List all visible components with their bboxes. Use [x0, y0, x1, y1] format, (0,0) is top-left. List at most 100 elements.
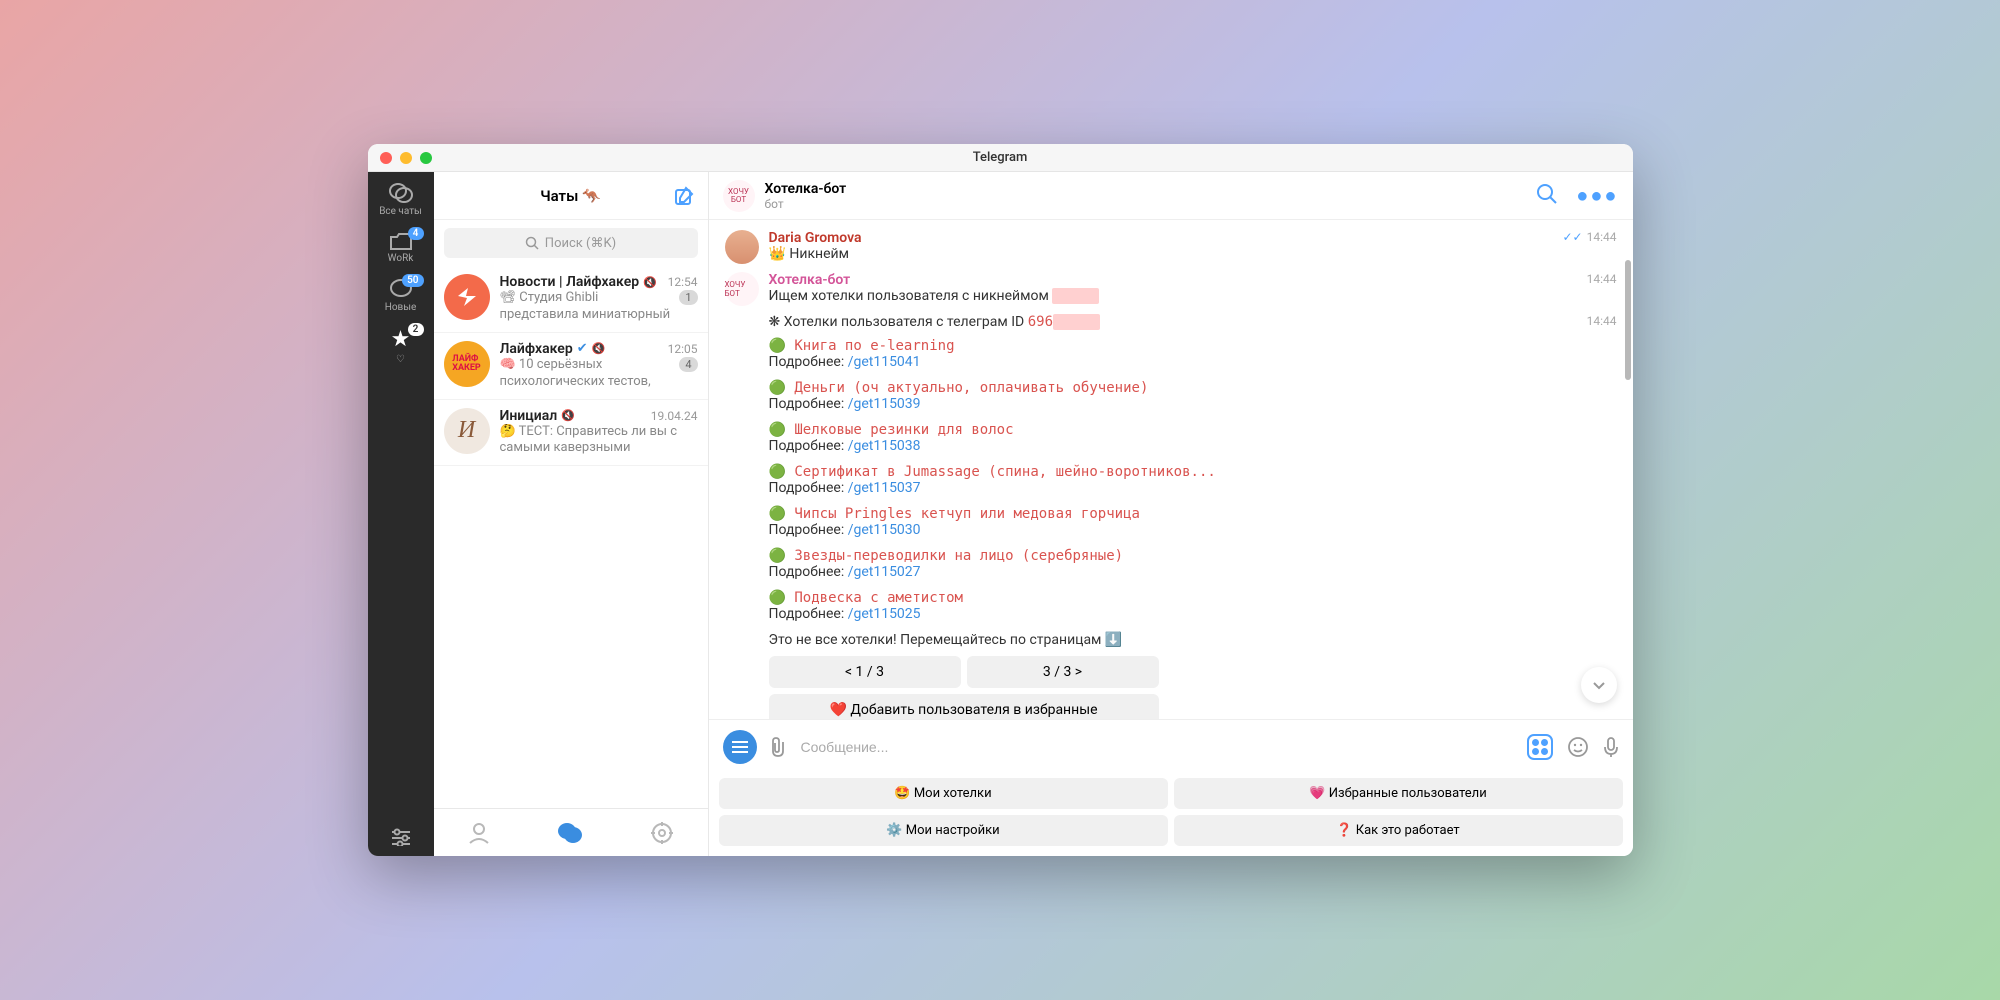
search-in-chat-button[interactable]	[1536, 183, 1558, 208]
chat-subtitle: бот	[765, 197, 847, 211]
chat-time: 19.04.24	[651, 409, 698, 423]
avatar	[444, 274, 490, 320]
chat-preview: 📽 Студия Ghibli представила миниатюрный …	[500, 290, 674, 324]
settings-tab[interactable]	[650, 821, 674, 845]
folder-label: Все чаты	[379, 206, 422, 217]
wish-link[interactable]: /get115038	[848, 438, 921, 454]
wish-link[interactable]: /get115037	[848, 480, 921, 496]
folder-label: WoRk	[388, 253, 414, 264]
voice-message-button[interactable]	[1603, 736, 1619, 758]
commands-button[interactable]	[1527, 734, 1553, 760]
chats-tab[interactable]	[557, 821, 583, 845]
wishlist-item: 🟢 Подвеска с аметистом Подробнее: /get11…	[769, 590, 1617, 622]
message-author: Daria Gromova	[769, 230, 1617, 246]
emoji-button[interactable]	[1567, 736, 1589, 758]
main-area: Все чаты 4 WoRk 50 Новые ★ 2 ♡	[368, 172, 1633, 856]
message-time: 14:44	[1587, 272, 1617, 286]
message-incoming: ❋ Хотелки пользователя с телеграм ID 696…	[725, 314, 1617, 719]
wish-link[interactable]: /get115030	[848, 522, 921, 538]
wish-title: 🟢 Шелковые резинки для волос	[769, 422, 1617, 438]
compose-button[interactable]	[674, 186, 694, 206]
search-icon	[525, 236, 539, 250]
wish-title: 🟢 Деньги (оч актуально, оплачивать обуче…	[769, 380, 1617, 396]
folder-new[interactable]: 50 Новые	[368, 278, 434, 313]
chat-list-item[interactable]: И Инициал 🔇 19.04.24 🤔 ТЕСТ: Справитесь …	[434, 400, 708, 467]
avatar: И	[444, 408, 490, 454]
bot-keyboard-button[interactable]: ❓ Как это работает	[1174, 815, 1623, 846]
wishlist-header: ❋ Хотелки пользователя с телеграм ID 696…	[769, 314, 1617, 330]
bot-keyboard-button[interactable]: 💗 Избранные пользователи	[1174, 778, 1623, 809]
bot-menu-button[interactable]	[723, 730, 757, 764]
app-window: Telegram Все чаты 4 WoRk 50	[368, 144, 1633, 856]
folder-badge: 4	[408, 227, 424, 240]
message-text: Ищем хотелки пользователя с никнеймом x	[769, 288, 1617, 304]
chat-time: 12:54	[668, 275, 698, 289]
pager-next-button[interactable]: 3 / 3 >	[967, 656, 1159, 688]
chat-name: Лайфхакер	[500, 341, 573, 357]
wishlist-footer: Это не все хотелки! Перемещайтесь по стр…	[769, 632, 1617, 648]
chat-list-item[interactable]: ЛАЙФХАКЕР Лайфхакер ✔︎ 🔇 12:05 🧠 10 серь…	[434, 333, 708, 400]
wish-title: 🟢 Звезды-переводилки на лицо (серебряные…	[769, 548, 1617, 564]
wish-link[interactable]: /get115041	[848, 354, 921, 370]
folder-label: Новые	[385, 302, 417, 313]
more-options-button[interactable]: ●●●	[1576, 183, 1618, 208]
redacted-text: x	[1052, 288, 1099, 304]
window-title: Telegram	[368, 150, 1633, 165]
scroll-to-bottom-button[interactable]	[1581, 667, 1617, 703]
pager-prev-button[interactable]: < 1 / 3	[769, 656, 961, 688]
wishlist-item: 🟢 Звезды-переводилки на лицо (серебряные…	[769, 548, 1617, 580]
chat-title-block[interactable]: Хотелка-бот бот	[765, 181, 847, 211]
add-favorite-button[interactable]: ❤️ Добавить пользователя в избранные	[769, 694, 1159, 719]
wish-link[interactable]: /get115039	[848, 396, 921, 412]
wish-link[interactable]: /get115025	[848, 606, 921, 622]
message-time: 14:44	[1587, 314, 1617, 328]
avatar: ЛАЙФХАКЕР	[444, 341, 490, 387]
wishlist-item: 🟢 Чипсы Pringles кетчуп или медовая горч…	[769, 506, 1617, 538]
messages-area[interactable]: Daria Gromova 👑 Никнейм ✓✓ 14:44 ХОЧУ БО…	[709, 220, 1633, 719]
bot-keyboard-button[interactable]: ⚙️ Мои настройки	[719, 815, 1168, 846]
chats-icon	[389, 182, 413, 204]
chat-header: ХОЧУ БОТ Хотелка-бот бот ●●●	[709, 172, 1633, 220]
chat-actions: ●●●	[1536, 183, 1618, 208]
chat-time: 12:05	[668, 342, 698, 356]
wish-title: 🟢 Сертификат в Jumassage (спина, шейно-в…	[769, 464, 1617, 480]
settings-sliders-button[interactable]	[390, 828, 412, 846]
chat-list-header: Чаты 🦘	[434, 172, 708, 220]
bot-keyboard-button[interactable]: 🤩 Мои хотелки	[719, 778, 1168, 809]
message-text: 👑 Никнейм	[769, 246, 1617, 262]
user-avatar[interactable]	[725, 230, 759, 264]
attach-button[interactable]	[769, 736, 789, 758]
message-incoming: ХОЧУ БОТ Хотелка-бот Ищем хотелки пользо…	[725, 272, 1617, 306]
contacts-tab[interactable]	[467, 821, 491, 845]
wish-link[interactable]: /get115027	[848, 564, 921, 580]
read-checkmarks-icon: ✓✓	[1563, 230, 1583, 244]
message-outgoing: Daria Gromova 👑 Никнейм ✓✓ 14:44	[725, 230, 1617, 264]
search-input[interactable]: Поиск (⌘K)	[444, 228, 698, 258]
wish-title: 🟢 Подвеска с аметистом	[769, 590, 1617, 606]
chat-avatar[interactable]: ХОЧУ БОТ	[723, 180, 755, 212]
unread-badge: 4	[679, 357, 697, 372]
wishlist-item: 🟢 Шелковые резинки для волос Подробнее: …	[769, 422, 1617, 454]
wish-title: 🟢 Книга по e-learning	[769, 338, 1617, 354]
mute-icon: 🔇	[592, 342, 606, 355]
message-input[interactable]	[801, 739, 1515, 755]
mute-icon: 🔇	[643, 276, 657, 289]
wish-title: 🟢 Чипсы Pringles кетчуп или медовая горч…	[769, 506, 1617, 522]
wishlist-item: 🟢 Сертификат в Jumassage (спина, шейно-в…	[769, 464, 1617, 496]
message-meta: ✓✓ 14:44	[1563, 230, 1617, 244]
inline-keyboard-row: < 1 / 3 3 / 3 >	[769, 656, 1159, 688]
wishlist-item: 🟢 Книга по e-learning Подробнее: /get115…	[769, 338, 1617, 370]
chat-list-item[interactable]: Новости | Лайфхакер 🔇 12:54 📽 Студия Ghi…	[434, 266, 708, 333]
bot-avatar[interactable]: ХОЧУ БОТ	[725, 272, 759, 306]
scrollbar[interactable]	[1625, 260, 1631, 380]
wishlist-item: 🟢 Деньги (оч актуально, оплачивать обуче…	[769, 380, 1617, 412]
folder-all-chats[interactable]: Все чаты	[368, 182, 434, 217]
wishlist: 🟢 Книга по e-learning Подробнее: /get115…	[769, 338, 1617, 622]
verified-icon: ✔︎	[577, 341, 588, 356]
redacted-text: x	[1053, 314, 1100, 330]
chat-list: Новости | Лайфхакер 🔇 12:54 📽 Студия Ghi…	[434, 266, 708, 808]
folder-starred[interactable]: ★ 2 ♡	[368, 327, 434, 365]
chat-name: Новости | Лайфхакер	[500, 274, 640, 290]
chat-preview: 🤔 ТЕСТ: Справитесь ли вы с самыми каверз…	[500, 424, 698, 458]
folder-work[interactable]: 4 WoRk	[368, 231, 434, 264]
